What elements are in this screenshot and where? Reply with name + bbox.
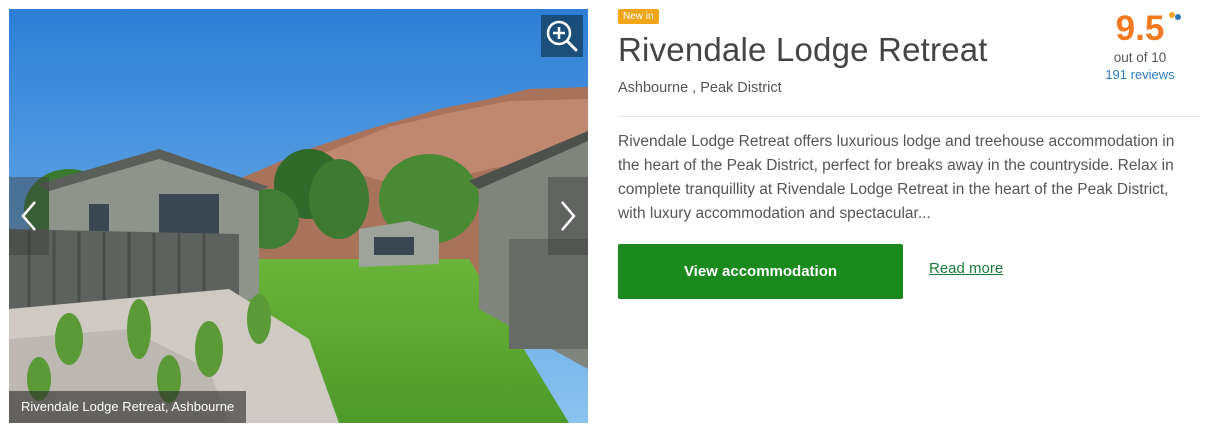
reviews-link[interactable]: 191 reviews	[1090, 66, 1190, 84]
photo-gallery[interactable]: Rivendale Lodge Retreat, Ashbourne	[9, 9, 588, 423]
zoom-in-icon	[546, 20, 578, 52]
listing-photo	[9, 9, 588, 423]
listing-card: Rivendale Lodge Retreat, Ashbourne New i…	[0, 0, 1209, 430]
rating-block: 9.5 out of 10 191 reviews	[1090, 9, 1190, 84]
zoom-button[interactable]	[541, 15, 583, 57]
photo-caption: Rivendale Lodge Retreat, Ashbourne	[9, 391, 247, 423]
listing-info: New in Rivendale Lodge Retreat Ashbourne…	[618, 9, 1200, 423]
divider	[618, 116, 1200, 117]
listing-location: Ashbourne , Peak District	[618, 80, 782, 96]
listing-title[interactable]: Rivendale Lodge Retreat	[618, 31, 988, 69]
next-photo-button[interactable]	[548, 177, 588, 255]
listing-description: Rivendale Lodge Retreat offers luxurious…	[618, 133, 1175, 222]
rating-dots-icon	[1169, 12, 1181, 20]
new-in-badge: New in	[618, 9, 659, 24]
chevron-right-icon	[561, 201, 576, 231]
rating-scale: out of 10	[1113, 50, 1167, 65]
chevron-left-icon	[21, 201, 36, 231]
previous-photo-button[interactable]	[9, 177, 49, 255]
read-more-link[interactable]: Read more	[929, 260, 1003, 277]
view-accommodation-button[interactable]: View accommodation	[618, 244, 903, 299]
